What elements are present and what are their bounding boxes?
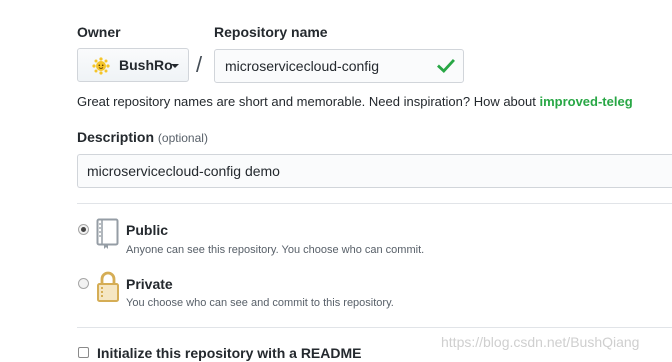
readme-label[interactable]: Initialize this repository with a README: [97, 345, 361, 361]
private-radio[interactable]: [78, 278, 89, 289]
repository-name-label: Repository name: [214, 24, 328, 40]
chevron-down-icon: [171, 64, 179, 68]
owner-avatar-icon: [92, 57, 110, 75]
new-repository-form: Owner BushRo / Repository name microserv…: [0, 0, 672, 362]
private-title: Private: [126, 276, 173, 292]
public-radio[interactable]: [78, 224, 89, 235]
divider: [77, 327, 672, 328]
divider: [77, 203, 672, 204]
name-suggestion-link[interactable]: improved-teleg: [539, 94, 632, 109]
description-label: Description (optional): [77, 129, 208, 145]
optional-tag: (optional): [157, 131, 208, 145]
description-label-text: Description: [77, 129, 155, 145]
lock-icon: [97, 271, 119, 302]
owner-select-button[interactable]: BushRo: [77, 48, 189, 82]
watermark: https://blog.csdn.net/BushQiang: [441, 334, 640, 350]
public-description: Anyone can see this repository. You choo…: [126, 244, 425, 256]
owner-name: BushRo: [119, 57, 173, 73]
public-title: Public: [126, 222, 169, 238]
description-input[interactable]: microservicecloud-config demo: [77, 154, 672, 188]
private-description: You choose who can see and commit to thi…: [126, 297, 394, 309]
hint-text: Great repository names are short and mem…: [77, 94, 540, 109]
owner-repo-separator: /: [196, 52, 203, 77]
repository-name-input[interactable]: microservicecloud-config: [214, 49, 464, 83]
readme-checkbox[interactable]: [78, 347, 89, 358]
repo-book-icon: [96, 218, 119, 249]
check-icon: [437, 59, 455, 73]
owner-label: Owner: [77, 24, 121, 40]
repository-name-hint: Great repository names are short and mem…: [77, 94, 633, 109]
